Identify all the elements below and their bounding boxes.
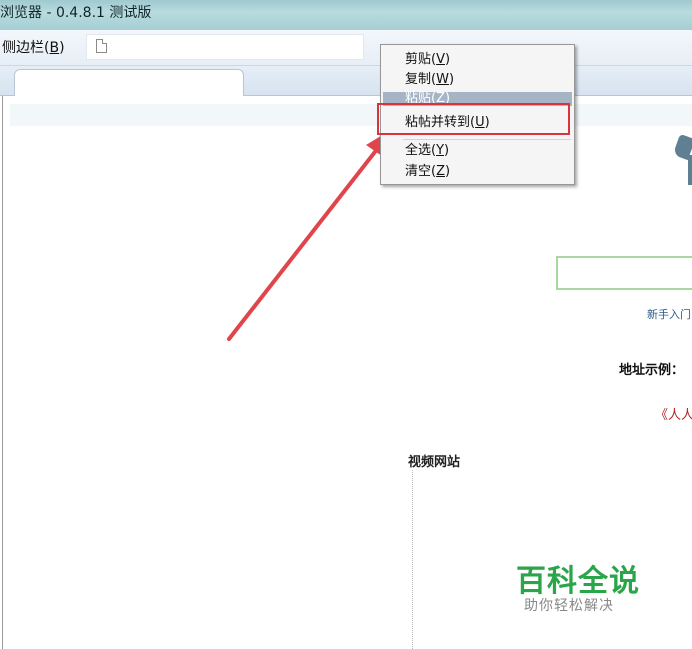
address-example-label: 地址示例： <box>619 363 685 378</box>
search-input[interactable] <box>556 256 692 290</box>
menu-item-select-all-label: 全选( <box>405 143 437 158</box>
tab-active[interactable] <box>14 69 244 97</box>
watermark-subtitle: 助你轻松解决 <box>524 598 614 614</box>
menu-item-cut-close: ) <box>444 52 451 67</box>
menu-item-cut-key: V <box>436 52 445 67</box>
content-top-strip <box>10 104 692 126</box>
logo-icon-stem <box>688 155 692 185</box>
menu-item-select-all[interactable]: 全选(Y) <box>405 142 449 160</box>
menu-item-cut[interactable]: 剪贴(V) <box>405 51 450 69</box>
highlight-box <box>377 103 570 135</box>
column-divider <box>412 470 413 649</box>
menu-item-clear[interactable]: 清空(Z) <box>405 163 450 181</box>
window-title: 浏览器 - 0.4.8.1 测试版 <box>0 5 152 21</box>
menu-item-cut-label: 剪贴( <box>405 52 437 67</box>
address-input[interactable] <box>86 34 364 60</box>
sidebar-label: 侧边栏( <box>2 40 50 56</box>
menu-item-select-all-close: ) <box>444 143 450 158</box>
menu-item-clear-key: Z <box>436 164 445 179</box>
title-bar: 浏览器 - 0.4.8.1 测试版 <box>0 0 692 30</box>
menu-item-copy-close: ) <box>448 72 455 87</box>
menu-item-clear-close: ) <box>444 164 451 179</box>
toolbar: 侧边栏(B) <box>0 30 692 66</box>
menu-item-clear-label: 清空( <box>405 164 437 179</box>
new-user-link[interactable]: 新手入门 <box>647 306 691 322</box>
tab-strip <box>0 66 692 97</box>
menu-item-copy-key: W <box>436 72 449 87</box>
menu-item-copy-label: 复制( <box>405 72 437 87</box>
sidebar-label-close: ) <box>59 40 65 56</box>
sidebar-shortcut-key: B <box>49 40 60 56</box>
featured-link[interactable]: 《人人 <box>655 404 692 423</box>
menu-item-select-all-key: Y <box>436 143 445 158</box>
sidebar-toggle-button[interactable]: 侧边栏(B) <box>2 37 65 57</box>
page-icon <box>96 39 107 53</box>
menu-separator <box>403 139 571 140</box>
watermark-title: 百科全说 <box>516 564 640 599</box>
video-sites-heading: 视频网站 <box>408 455 461 470</box>
menu-item-copy[interactable]: 复制(W) <box>405 71 454 89</box>
